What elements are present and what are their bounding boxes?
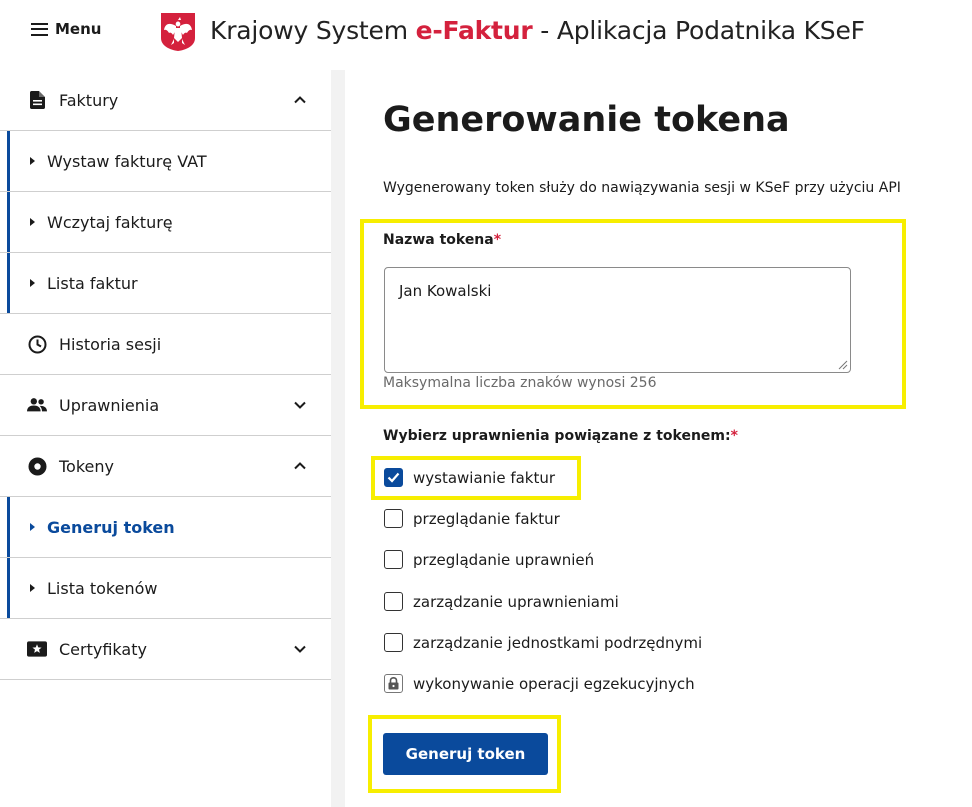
token-icon: [27, 456, 47, 476]
page-title: Generowanie tokena: [383, 100, 790, 140]
bullet-triangle-icon: [30, 157, 35, 165]
permissions-label: Wybierz uprawnienia powiązane z tokenem:…: [383, 428, 738, 444]
polish-eagle-emblem-icon: [161, 13, 195, 51]
app-title-suffix: - Aplikacja Podatnika KSeF: [532, 16, 865, 45]
app-header: Menu Krajowy System e-Faktur - Aplikacja…: [0, 0, 972, 66]
sidebar-item-historia-sesji[interactable]: Historia sesji: [0, 314, 331, 375]
permissions-label-text: Wybierz uprawnienia powiązane z tokenem:: [383, 428, 731, 444]
hamburger-icon: [31, 22, 48, 36]
sidebar-item-uprawnienia[interactable]: Uprawnienia: [0, 375, 331, 436]
app-title-brand: e-Faktur: [415, 16, 533, 45]
sidebar-item-label: Certyfikaty: [59, 639, 147, 659]
permission-przegladanie-uprawnien[interactable]: przeglądanie uprawnień: [384, 550, 594, 569]
bullet-triangle-icon: [30, 523, 35, 531]
chevron-up-icon: [294, 96, 306, 104]
required-mark: *: [730, 428, 738, 444]
permission-label: zarządzanie uprawnieniami: [413, 592, 619, 611]
permission-zarzadzanie-uprawnieniami[interactable]: zarządzanie uprawnieniami: [384, 592, 619, 611]
highlight-checked-permission: [371, 456, 581, 500]
sidebar-item-tokeny[interactable]: Tokeny: [0, 436, 331, 497]
checkbox[interactable]: [384, 509, 403, 528]
main-content: Generowanie tokena Wygenerowany token sł…: [346, 70, 972, 807]
sidebar-item-wystaw-fakture[interactable]: Wystaw fakturę VAT: [0, 131, 331, 192]
certificate-icon: [27, 639, 47, 659]
permission-operacje-egzekucyjne: wykonywanie operacji egzekucyjnych: [384, 674, 695, 693]
document-icon: [27, 90, 47, 110]
sidebar-item-wczytaj-fakture[interactable]: Wczytaj fakturę: [0, 192, 331, 253]
sidebar-item-lista-faktur[interactable]: Lista faktur: [0, 253, 331, 314]
app-title: Krajowy System e-Faktur - Aplikacja Poda…: [210, 16, 865, 45]
chevron-down-icon: [294, 401, 306, 409]
chevron-down-icon: [294, 645, 306, 653]
checkbox[interactable]: [384, 633, 403, 652]
bullet-triangle-icon: [30, 279, 35, 287]
permission-label: przeglądanie uprawnień: [413, 550, 595, 569]
users-icon: [27, 395, 47, 415]
permission-przegladanie-faktur[interactable]: przeglądanie faktur: [384, 509, 560, 528]
sidebar-subitem-label: Wczytaj fakturę: [47, 212, 173, 232]
permission-label: przeglądanie faktur: [413, 509, 560, 528]
menu-button[interactable]: Menu: [31, 20, 101, 38]
permission-label: zarządzanie jednostkami podrzędnymi: [413, 633, 703, 652]
checkbox[interactable]: [384, 550, 403, 569]
sidebar-divider: [331, 70, 345, 807]
bullet-triangle-icon: [30, 218, 35, 226]
highlight-generate-button: [368, 715, 561, 793]
sidebar-subitem-label: Wystaw fakturę VAT: [47, 151, 207, 171]
faktury-submenu: Wystaw fakturę VAT Wczytaj fakturę Lista…: [0, 131, 331, 314]
sidebar-item-lista-tokenow[interactable]: Lista tokenów: [0, 558, 331, 619]
sidebar-item-label: Tokeny: [59, 456, 114, 476]
sidebar-item-label: Uprawnienia: [59, 395, 160, 415]
bullet-triangle-icon: [30, 584, 35, 592]
sidebar-item-label: Faktury: [59, 90, 119, 110]
app-title-prefix: Krajowy System: [210, 16, 416, 45]
sidebar-subitem-label: Generuj token: [47, 517, 175, 537]
permission-label: wykonywanie operacji egzekucyjnych: [413, 674, 695, 693]
tokeny-submenu: Generuj token Lista tokenów: [0, 497, 331, 619]
lock-icon: [388, 677, 399, 690]
clock-icon: [27, 334, 47, 354]
sidebar-nav: Faktury Wystaw fakturę VAT Wczytaj faktu…: [0, 70, 331, 680]
sidebar-item-label: Historia sesji: [59, 334, 162, 354]
menu-label: Menu: [55, 20, 102, 38]
sidebar-item-generuj-token[interactable]: Generuj token: [0, 497, 331, 558]
highlight-token-name: [360, 219, 906, 409]
sidebar-subitem-label: Lista faktur: [47, 273, 138, 293]
sidebar-item-certyfikaty[interactable]: Certyfikaty: [0, 619, 331, 680]
sidebar-item-faktury[interactable]: Faktury: [0, 70, 331, 131]
permission-zarzadzanie-jednostkami[interactable]: zarządzanie jednostkami podrzędnymi: [384, 633, 702, 652]
sidebar-subitem-label: Lista tokenów: [47, 578, 158, 598]
checkbox-locked: [384, 674, 403, 693]
chevron-up-icon: [294, 462, 306, 470]
checkbox[interactable]: [384, 592, 403, 611]
page-description: Wygenerowany token służy do nawiązywania…: [383, 180, 901, 196]
